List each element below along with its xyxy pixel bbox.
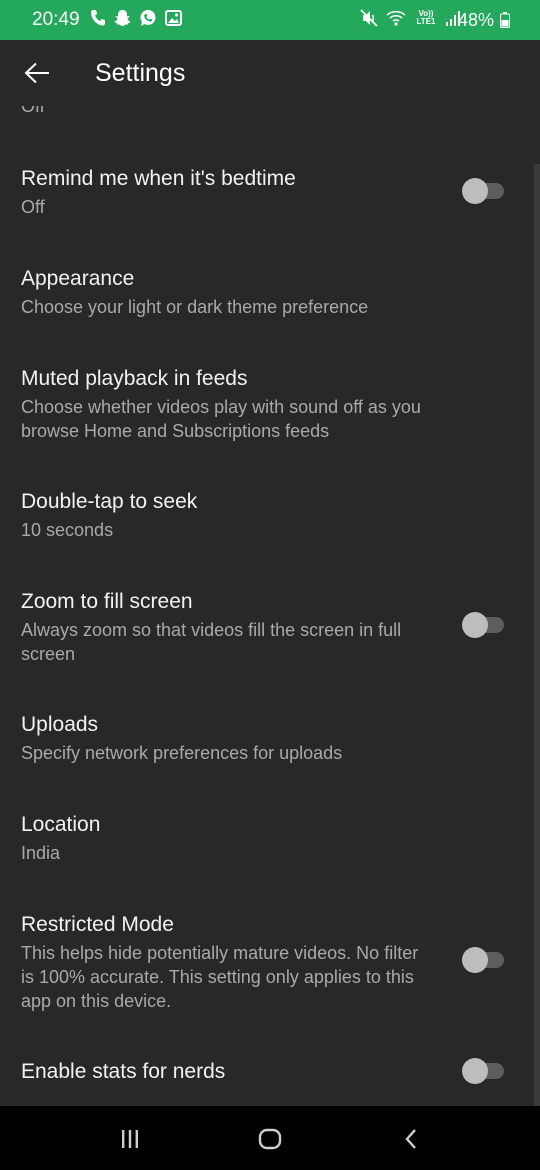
setting-title: Uploads [21, 713, 99, 736]
setting-title: Muted playback in feeds [21, 367, 248, 390]
setting-title: Appearance [21, 267, 135, 290]
battery-percentage: 48% [457, 10, 494, 30]
stats-toggle[interactable] [462, 1058, 504, 1084]
setting-subtitle: Always zoom so that videos fill the scre… [21, 620, 402, 664]
home-icon [258, 1128, 282, 1150]
page-title: Settings [95, 59, 186, 87]
snapchat-icon [114, 10, 131, 26]
recent-apps-button[interactable] [115, 1124, 145, 1154]
battery-icon [500, 12, 510, 28]
toggle-thumb [462, 1058, 488, 1084]
setting-location[interactable]: Location India [0, 805, 534, 881]
zoom-toggle[interactable] [462, 612, 504, 638]
setting-uploads[interactable]: Uploads Specify network preferences for … [0, 705, 534, 781]
bedtime-toggle[interactable] [462, 178, 504, 204]
system-icons: Vo)) LTE1 [360, 9, 460, 27]
settings-list[interactable]: Off Remind me when it's bedtime Off Appe… [0, 106, 540, 1106]
wifi-icon [386, 10, 406, 26]
setting-appearance[interactable]: Appearance Choose your light or dark the… [0, 259, 534, 335]
toggle-thumb [462, 947, 488, 973]
settings-screen: 20:49 Vo)) LTE1 48% Settings Off Remind … [0, 0, 540, 1170]
notification-icons [90, 9, 182, 27]
previous-item-value: Off [21, 106, 45, 116]
setting-title: Remind me when it's bedtime [21, 167, 296, 190]
system-back-button[interactable] [396, 1124, 426, 1154]
setting-title: Enable stats for nerds [21, 1060, 226, 1083]
setting-stats-for-nerds[interactable]: Enable stats for nerds [0, 1052, 534, 1106]
setting-double-tap-seek[interactable]: Double-tap to seek 10 seconds [0, 482, 534, 558]
whatsapp-icon [140, 10, 156, 26]
lte-icon: Vo)) LTE1 [416, 9, 436, 26]
status-time: 20:49 [32, 9, 80, 30]
status-bar: 20:49 Vo)) LTE1 48% [0, 0, 540, 40]
setting-bedtime-reminder[interactable]: Remind me when it's bedtime Off [0, 158, 534, 234]
toggle-thumb [462, 178, 488, 204]
setting-subtitle: India [21, 843, 61, 863]
setting-subtitle: Specify network preferences for uploads [21, 743, 343, 763]
back-chevron-icon [405, 1129, 416, 1149]
setting-subtitle: Off [21, 197, 45, 217]
phone-icon [91, 10, 105, 26]
recent-apps-icon [122, 1130, 138, 1148]
mute-icon [360, 9, 378, 27]
app-bar: Settings [0, 40, 540, 106]
arrow-left-icon [24, 62, 49, 84]
setting-subtitle: 10 seconds [21, 520, 114, 540]
setting-muted-playback[interactable]: Muted playback in feeds Choose whether v… [0, 359, 534, 455]
home-button[interactable] [255, 1124, 285, 1154]
setting-title: Zoom to fill screen [21, 590, 193, 613]
setting-zoom-fill-screen[interactable]: Zoom to fill screen Always zoom so that … [0, 582, 534, 678]
toggle-thumb [462, 612, 488, 638]
setting-subtitle: Choose your light or dark theme preferen… [21, 297, 369, 317]
gallery-icon [165, 10, 182, 26]
setting-title: Location [21, 813, 101, 836]
back-button[interactable] [16, 52, 58, 94]
restricted-mode-toggle[interactable] [462, 947, 504, 973]
navigation-bar [0, 1106, 540, 1170]
setting-restricted-mode[interactable]: Restricted Mode This helps hide potentia… [0, 905, 534, 1023]
setting-subtitle: Choose whether videos play with sound of… [21, 397, 421, 441]
setting-subtitle: This helps hide potentially mature video… [21, 943, 419, 1011]
scrollbar[interactable] [534, 164, 540, 1106]
setting-title: Restricted Mode [21, 913, 174, 936]
setting-title: Double-tap to seek [21, 490, 198, 513]
